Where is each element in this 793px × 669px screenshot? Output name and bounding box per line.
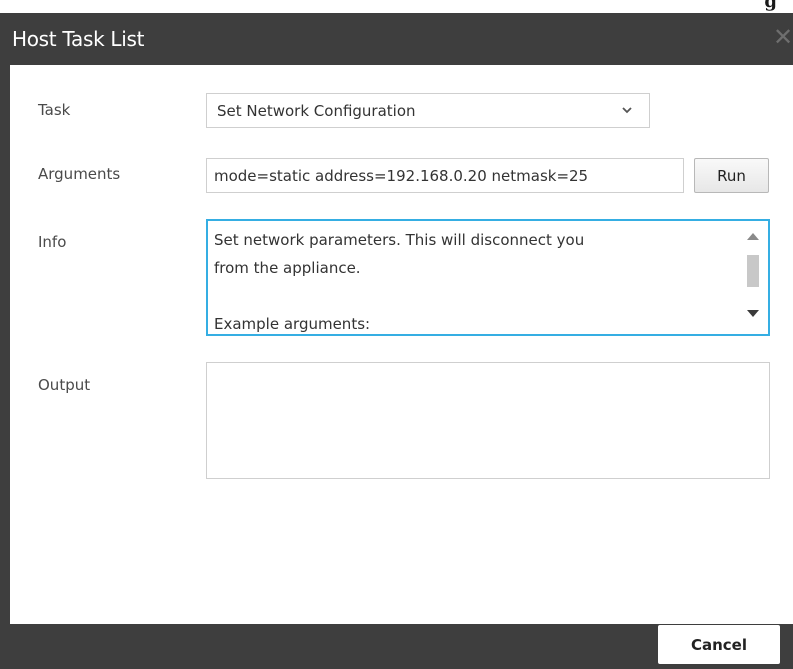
task-select[interactable]: Set Network Configuration xyxy=(206,93,650,128)
host-task-list-dialog: Host Task List ✕ Task Set Network Config… xyxy=(0,13,793,669)
info-label: Info xyxy=(38,233,67,251)
scroll-up-arrow-icon[interactable] xyxy=(747,233,759,240)
info-text: Set network parameters. This will discon… xyxy=(214,226,734,334)
info-line: Set network parameters. This will discon… xyxy=(214,231,585,249)
info-line: from the appliance. xyxy=(214,259,361,277)
info-scrollbar[interactable] xyxy=(740,221,768,334)
output-textarea[interactable] xyxy=(206,362,770,479)
info-textarea[interactable]: Set network parameters. This will discon… xyxy=(206,219,770,336)
dialog-footer: Cancel xyxy=(0,624,793,669)
close-icon[interactable]: ✕ xyxy=(773,22,793,52)
arguments-input[interactable] xyxy=(206,158,684,193)
info-line xyxy=(214,282,734,310)
chevron-down-icon xyxy=(622,107,632,114)
task-label: Task xyxy=(38,101,71,119)
output-label: Output xyxy=(38,376,91,394)
dialog-title: Host Task List xyxy=(12,27,145,51)
arguments-label: Arguments xyxy=(38,165,121,183)
info-line: Example arguments: xyxy=(214,315,371,333)
scrollbar-thumb[interactable] xyxy=(747,255,759,287)
run-button[interactable]: Run xyxy=(694,158,769,193)
cancel-button[interactable]: Cancel xyxy=(658,625,780,664)
scroll-down-arrow-icon[interactable] xyxy=(747,310,759,317)
background-page-fragment: g xyxy=(0,0,793,13)
background-heading-fragment: g xyxy=(764,0,777,12)
dialog-title-bar: Host Task List ✕ xyxy=(0,13,793,65)
task-select-value: Set Network Configuration xyxy=(217,102,416,120)
dialog-body: Task Set Network Configuration Arguments… xyxy=(10,65,793,624)
